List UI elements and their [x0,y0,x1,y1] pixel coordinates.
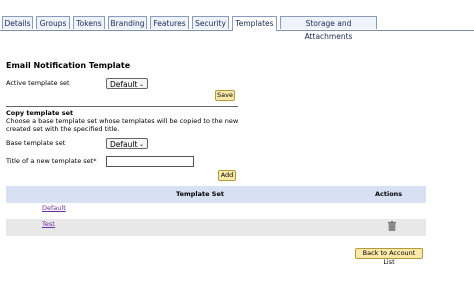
table-header: Template Set Actions [6,186,426,203]
copy-section-description: Choose a base template set whose templat… [6,117,239,133]
template-set-link-test[interactable]: Test [42,220,55,228]
tab-tokens[interactable]: Tokens [73,16,105,29]
active-template-select[interactable]: Default ⌄ [106,78,148,89]
active-template-value: Default [110,80,138,89]
active-template-label: Active template set [6,79,70,87]
tab-groups[interactable]: Groups [36,16,70,29]
page-title: Email Notification Template [6,61,131,70]
new-title-label: Title of a new template set* [6,157,97,165]
tab-storage-and-attachments[interactable]: Storage and Attachments [280,16,377,41]
table-row: Test [6,219,426,236]
save-button[interactable]: Save [215,90,235,101]
column-header-actions: Actions [375,190,403,198]
tab-bar: Details Groups Tokens Branding Features … [0,16,474,41]
template-set-link-default[interactable]: Default [42,204,66,212]
base-template-value: Default [110,140,138,149]
copy-section-heading: Copy template set [6,109,74,117]
table-row: Default [6,203,426,220]
add-button[interactable]: Add [218,170,236,181]
tab-templates[interactable]: Templates [232,16,277,31]
tab-security[interactable]: Security [192,16,229,29]
column-header-template-set: Template Set [176,190,224,198]
chevron-down-icon: ⌄ [138,141,144,148]
section-divider [6,106,238,107]
back-to-account-list-button[interactable]: Back to Account List [355,248,423,266]
tab-details[interactable]: Details [2,16,33,29]
trash-icon[interactable] [388,221,396,231]
base-template-select[interactable]: Default ⌄ [106,138,148,149]
base-template-label: Base template set [6,139,66,147]
tab-features[interactable]: Features [150,16,189,29]
new-title-input[interactable] [106,156,194,167]
tab-branding[interactable]: Branding [108,16,147,29]
chevron-down-icon: ⌄ [138,81,144,88]
